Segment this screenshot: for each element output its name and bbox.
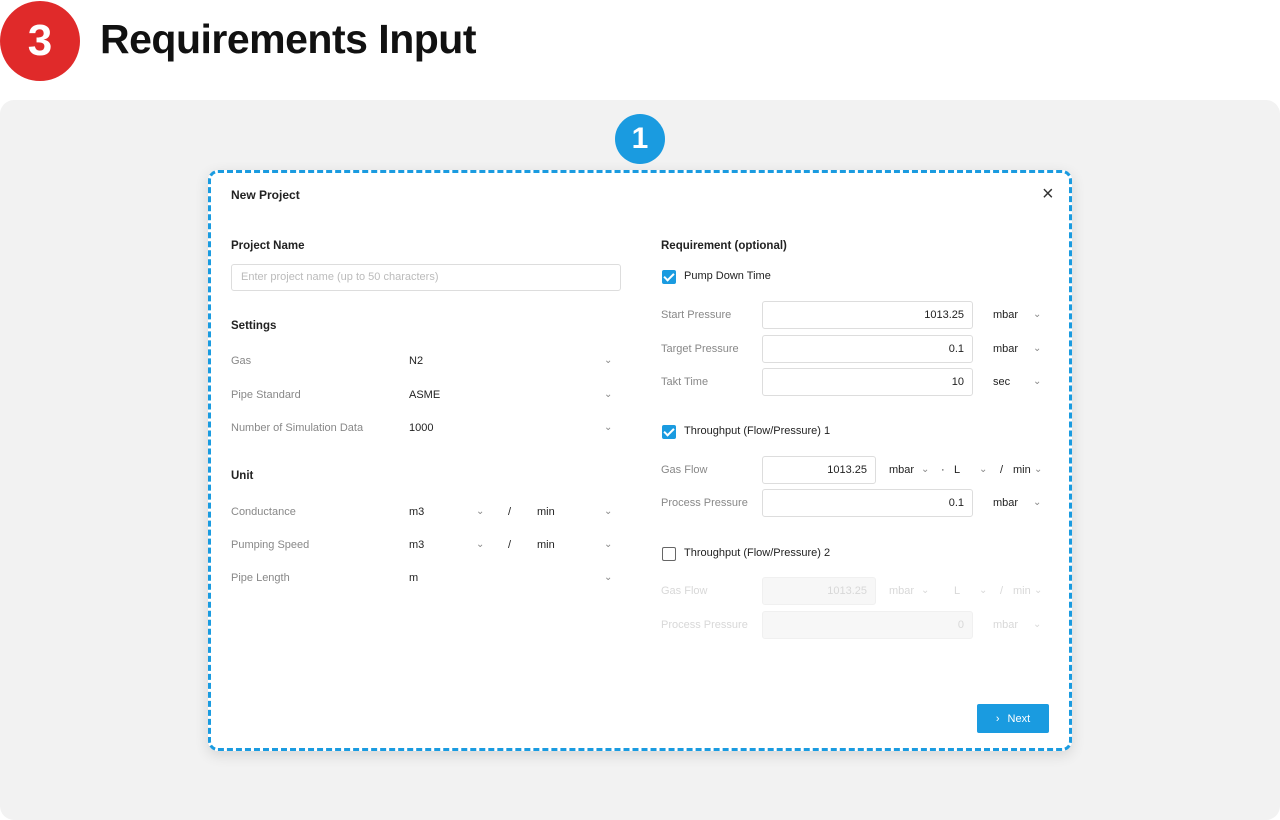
gas-flow-unit3-select[interactable]: min (1013, 464, 1031, 476)
process-pressure-input: 0 (762, 611, 973, 639)
process-pressure-label: Process Pressure (661, 497, 748, 509)
dialog-title: New Project (231, 188, 300, 202)
chevron-down-icon[interactable]: ⌄ (1034, 464, 1042, 475)
pipe-length-unit-select[interactable]: m (409, 572, 418, 584)
gas-flow-label: Gas Flow (661, 464, 708, 476)
next-button[interactable]: › Next (977, 704, 1049, 733)
chevron-down-icon[interactable]: ⌄ (1033, 497, 1041, 508)
conductance-unit2-select[interactable]: min (537, 506, 555, 518)
chevron-down-icon: ⌄ (921, 585, 930, 596)
chevron-down-icon[interactable]: ⌄ (476, 506, 484, 517)
pump-down-checkbox[interactable] (662, 270, 676, 284)
unit-dot: · (941, 464, 945, 476)
settings-title: Settings (231, 320, 277, 332)
next-button-label: Next (1007, 712, 1031, 725)
close-icon[interactable]: × (1042, 184, 1054, 204)
chevron-down-icon[interactable]: ⌄ (1033, 309, 1041, 320)
gas-flow-unit2-select: L (954, 585, 961, 597)
pumping-speed-unit1-select[interactable]: m3 (409, 539, 424, 551)
page-title: Requirements Input (100, 16, 476, 62)
gas-flow-input: 1013.25 (762, 577, 876, 605)
step-number-badge: 3 (0, 1, 80, 81)
takt-time-input[interactable]: 10 (762, 368, 973, 396)
project-name-label: Project Name (231, 240, 305, 252)
chevron-down-icon[interactable]: ⌄ (604, 422, 612, 433)
chevron-down-icon[interactable]: ⌄ (604, 389, 612, 400)
gas-select[interactable]: N2 (409, 355, 423, 367)
unit-title: Unit (231, 470, 254, 482)
target-pressure-input[interactable]: 0.1 (762, 335, 973, 363)
unit-separator: / (508, 539, 512, 551)
pipe-standard-label: Pipe Standard (231, 389, 301, 401)
project-name-input[interactable]: Enter project name (up to 50 characters) (231, 264, 621, 291)
page-header: 3 Requirements Input (0, 0, 1280, 100)
process-pressure-label: Process Pressure (661, 619, 748, 631)
gas-label: Gas (231, 355, 252, 367)
chevron-down-icon[interactable]: ⌄ (1033, 343, 1041, 354)
start-pressure-label: Start Pressure (661, 309, 732, 321)
process-pressure-unit-select: mbar (993, 619, 1019, 631)
chevron-down-icon[interactable]: ⌄ (921, 464, 929, 475)
target-pressure-unit-select[interactable]: mbar (993, 343, 1018, 355)
conductance-unit1-select[interactable]: m3 (409, 506, 424, 518)
chevron-down-icon: ⌄ (1033, 619, 1042, 630)
target-pressure-label: Target Pressure (661, 343, 739, 355)
unit-separator: / (508, 506, 512, 518)
gas-flow-unit2-select[interactable]: L (954, 464, 960, 476)
chevron-down-icon[interactable]: ⌄ (604, 572, 612, 583)
gas-flow-unit1-select[interactable]: mbar (889, 464, 914, 476)
chevron-down-icon: ⌄ (1034, 585, 1043, 596)
pump-down-label: Pump Down Time (684, 270, 771, 282)
pipe-length-label: Pipe Length (231, 572, 290, 584)
new-project-dialog: New Project × Project Name Enter project… (208, 170, 1072, 751)
pipe-standard-select[interactable]: ASME (409, 389, 440, 401)
process-pressure-unit-select[interactable]: mbar (993, 497, 1018, 509)
gas-flow-unit3-select: min (1013, 585, 1031, 597)
start-pressure-input[interactable]: 1013.25 (762, 301, 973, 329)
chevron-down-icon: ⌄ (979, 585, 988, 596)
chevron-down-icon[interactable]: ⌄ (604, 355, 612, 366)
start-pressure-unit-select[interactable]: mbar (993, 309, 1018, 321)
gas-flow-unit1-select: mbar (889, 585, 915, 597)
pumping-speed-label: Pumping Speed (231, 539, 310, 551)
throughput2-checkbox[interactable] (662, 547, 676, 561)
conductance-label: Conductance (231, 506, 296, 518)
sim-data-label: Number of Simulation Data (231, 422, 364, 434)
chevron-down-icon[interactable]: ⌄ (604, 506, 612, 517)
sim-data-select[interactable]: 1000 (409, 422, 433, 434)
throughput2-label: Throughput (Flow/Pressure) 2 (684, 547, 831, 559)
gas-flow-input[interactable]: 1013.25 (762, 456, 876, 484)
chevron-down-icon[interactable]: ⌄ (979, 464, 987, 475)
callout-badge: 1 (615, 114, 665, 164)
unit-slash: / (1000, 585, 1004, 597)
unit-slash: / (1000, 464, 1004, 476)
takt-time-unit-select[interactable]: sec (993, 376, 1010, 388)
pumping-speed-unit2-select[interactable]: min (537, 539, 555, 551)
chevron-down-icon[interactable]: ⌄ (1033, 376, 1041, 387)
chevron-down-icon[interactable]: ⌄ (476, 539, 484, 550)
gas-flow-label: Gas Flow (661, 585, 708, 597)
chevron-down-icon[interactable]: ⌄ (604, 539, 612, 550)
process-pressure-input[interactable]: 0.1 (762, 489, 973, 517)
chevron-right-icon: › (995, 712, 1000, 725)
requirement-title: Requirement (optional) (661, 240, 787, 252)
throughput1-checkbox[interactable] (662, 425, 676, 439)
throughput1-label: Throughput (Flow/Pressure) 1 (684, 425, 831, 437)
takt-time-label: Takt Time (661, 376, 709, 388)
